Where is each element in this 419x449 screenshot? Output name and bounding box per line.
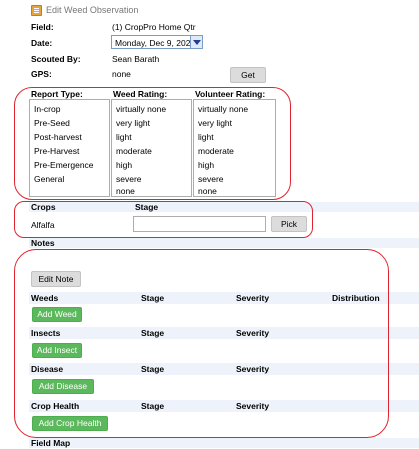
chevron-down-icon[interactable] xyxy=(190,36,202,48)
gps-value: none xyxy=(112,69,131,79)
field-label: Field: xyxy=(31,22,54,32)
highlight-ring-ratings xyxy=(14,87,291,200)
scouted-by-label: Scouted By: xyxy=(31,54,81,64)
title-bar: Edit Weed Observation xyxy=(0,0,419,20)
date-picker[interactable]: Monday, Dec 9, 2024 xyxy=(111,35,203,49)
window-title: Edit Weed Observation xyxy=(46,5,139,15)
field-value: (1) CropPro Home Qtr xyxy=(112,22,196,32)
field-map-label: Field Map xyxy=(31,438,71,448)
edit-form-icon xyxy=(31,5,42,16)
date-label: Date: xyxy=(31,38,53,48)
gps-label: GPS: xyxy=(31,69,52,79)
notes-header-row xyxy=(29,238,419,248)
date-value: Monday, Dec 9, 2024 xyxy=(115,38,196,48)
highlight-ring-notes xyxy=(14,249,389,438)
notes-label: Notes xyxy=(31,238,55,248)
get-gps-button[interactable]: Get xyxy=(230,67,266,83)
scouted-by-value: Sean Barath xyxy=(112,54,160,64)
highlight-ring-crops xyxy=(14,201,313,238)
field-map-header-row xyxy=(29,438,419,448)
